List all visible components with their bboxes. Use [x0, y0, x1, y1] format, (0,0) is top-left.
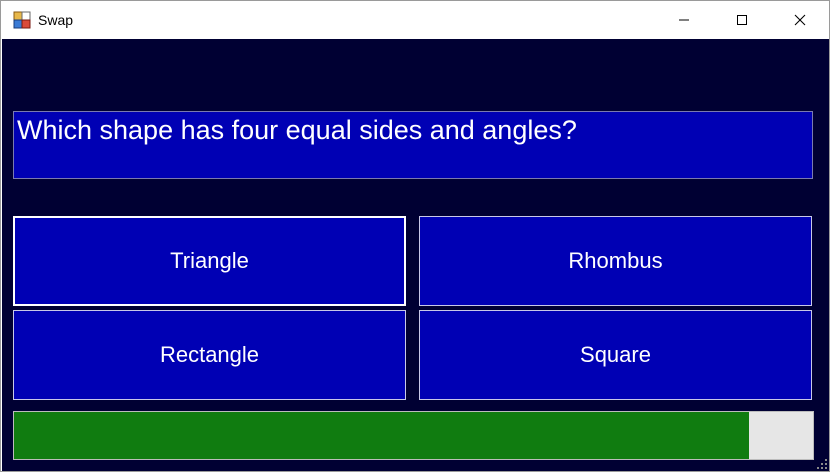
window-title: Swap	[38, 12, 74, 28]
app-icon	[13, 11, 31, 29]
maximize-button[interactable]	[713, 1, 771, 39]
question-label: Which shape has four equal sides and ang…	[13, 111, 813, 179]
maximize-icon	[737, 15, 747, 25]
title-bar[interactable]: Swap	[1, 1, 829, 39]
answer-button-2[interactable]: Rhombus	[419, 216, 812, 306]
answer-button-1[interactable]: Triangle	[13, 216, 406, 306]
minimize-icon	[679, 19, 689, 21]
timer-progress-fill	[14, 412, 750, 459]
resize-grip-icon[interactable]	[816, 458, 828, 470]
close-icon	[794, 14, 806, 26]
quiz-panel: Which shape has four equal sides and ang…	[2, 39, 829, 471]
app-window: Swap Which shape has four equal sides an…	[0, 0, 830, 472]
timer-progress-bar	[13, 411, 814, 460]
answer-button-3[interactable]: Rectangle	[13, 310, 406, 400]
minimize-button[interactable]	[655, 1, 713, 39]
close-button[interactable]	[771, 1, 829, 39]
answer-button-4[interactable]: Square	[419, 310, 812, 400]
